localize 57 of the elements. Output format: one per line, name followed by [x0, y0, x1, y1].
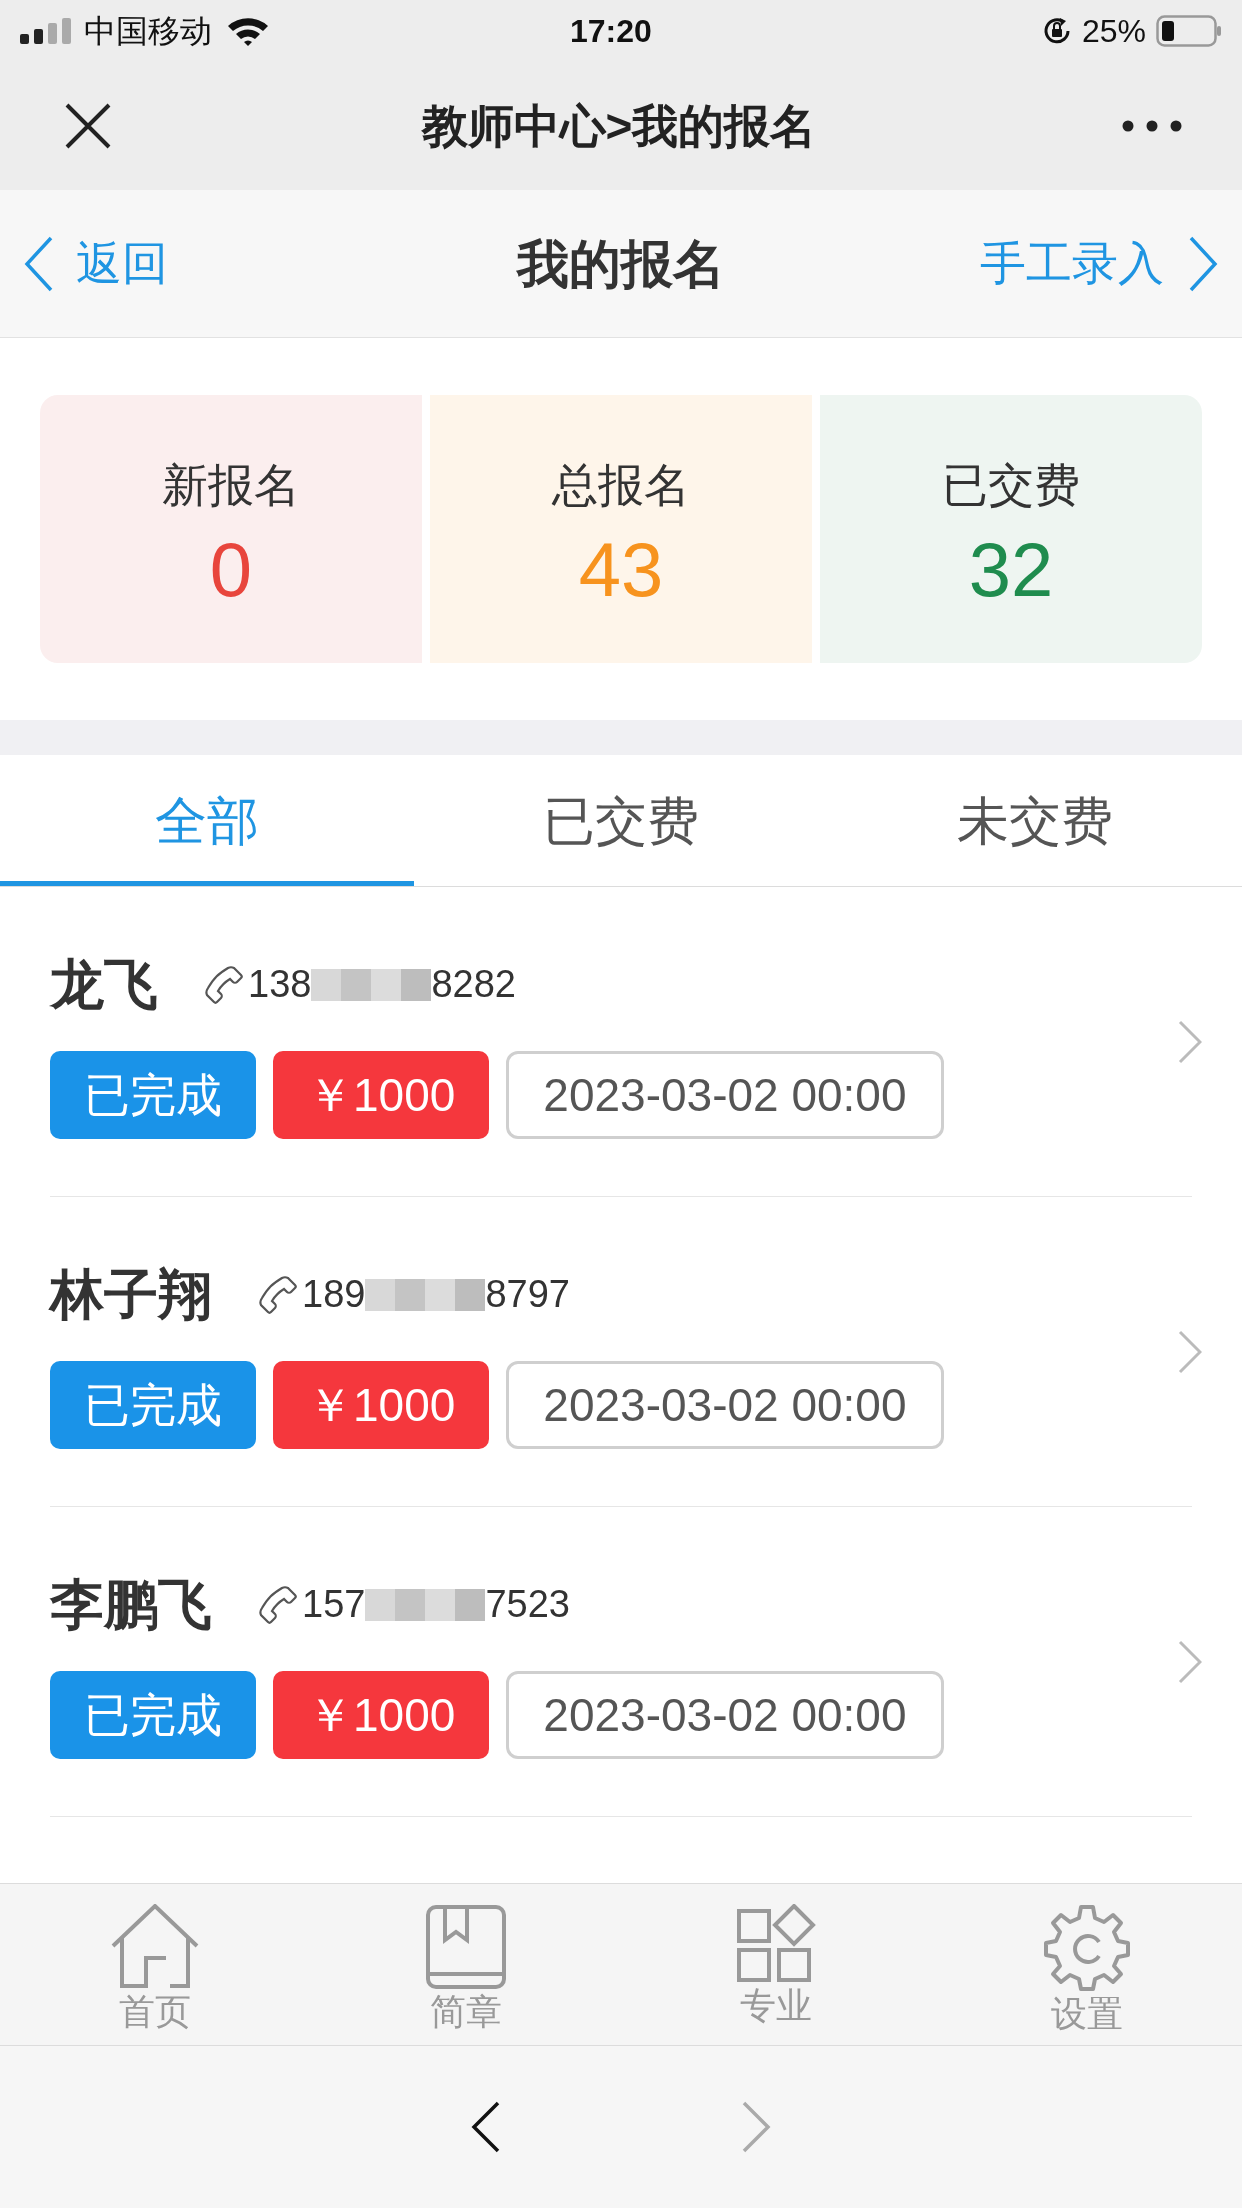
chevron-right-icon[interactable]: [1178, 1019, 1202, 1064]
stat-label: 新报名: [162, 457, 300, 513]
battery-percent: 25%: [1081, 12, 1146, 51]
phone-number-start: 157: [302, 1582, 366, 1627]
student-name: 龙飞: [50, 953, 158, 1016]
student-name: 林子翔: [50, 1263, 212, 1326]
phone-icon: [258, 1584, 298, 1625]
phone-icon: [204, 964, 244, 1005]
carrier-name: 中国移动: [84, 12, 212, 51]
close-icon: [63, 101, 113, 151]
stat-value: 32: [968, 531, 1054, 608]
chevron-left-icon: [471, 2101, 501, 2153]
home-icon: [110, 1904, 201, 1990]
settings-icon: [1042, 1904, 1131, 1992]
status-badge: 已完成: [50, 1051, 256, 1139]
status-badge: 已完成: [50, 1671, 256, 1759]
date-tag: 2023-03-02 00:00: [506, 1051, 944, 1139]
filter-tab[interactable]: 已交费: [414, 755, 828, 886]
section-title: 我的报名: [517, 233, 725, 295]
wifi-icon: [226, 15, 270, 47]
battery-icon: [1156, 15, 1222, 47]
chevron-right-icon[interactable]: [1178, 1329, 1202, 1374]
more-icon: [1122, 120, 1182, 132]
stat-value: 43: [578, 531, 664, 608]
phone-number-start: 189: [302, 1272, 366, 1317]
signal-icon: [20, 18, 74, 44]
phone-number-end: 8797: [485, 1272, 570, 1317]
phone-icon: [258, 1274, 298, 1315]
filter-tab[interactable]: 未交费: [828, 755, 1242, 886]
chevron-right-icon: [1188, 235, 1218, 292]
amount-badge: ￥1000: [273, 1051, 490, 1139]
page-title: 教师中心>我的报名: [420, 98, 818, 154]
filter-tab[interactable]: 全部: [0, 755, 414, 886]
stat-label: 总报名: [552, 457, 690, 513]
amount-badge: ￥1000: [273, 1361, 490, 1449]
phone-number-end: 8282: [431, 962, 516, 1007]
phone-number-start: 138: [248, 962, 312, 1007]
status-badge: 已完成: [50, 1361, 256, 1449]
stat-value: 0: [209, 531, 253, 608]
squares-icon: [736, 1904, 817, 1984]
tab-bar-item[interactable]: 专业: [621, 1884, 932, 2045]
date-tag: 2023-03-02 00:00: [506, 1671, 944, 1759]
amount-badge: ￥1000: [273, 1671, 490, 1759]
tab-bar-item[interactable]: 首页: [0, 1884, 311, 2045]
phone-number-end: 7523: [485, 1582, 570, 1627]
tab-bar-item[interactable]: 简章: [310, 1884, 621, 2045]
tab-bar-item[interactable]: 设置: [931, 1884, 1242, 2045]
student-name: 李鹏飞: [50, 1573, 212, 1636]
clock-time: 17:20: [570, 12, 652, 51]
chevron-right-icon[interactable]: [1178, 1639, 1202, 1684]
chevron-right-icon: [741, 2101, 771, 2153]
back-link[interactable]: 返回: [24, 229, 168, 298]
manual-entry-link[interactable]: 手工录入: [980, 229, 1218, 298]
book-icon: [424, 1904, 507, 1990]
chevron-left-icon: [24, 235, 54, 292]
date-tag: 2023-03-02 00:00: [506, 1361, 944, 1449]
stat-label: 已交费: [942, 457, 1080, 513]
